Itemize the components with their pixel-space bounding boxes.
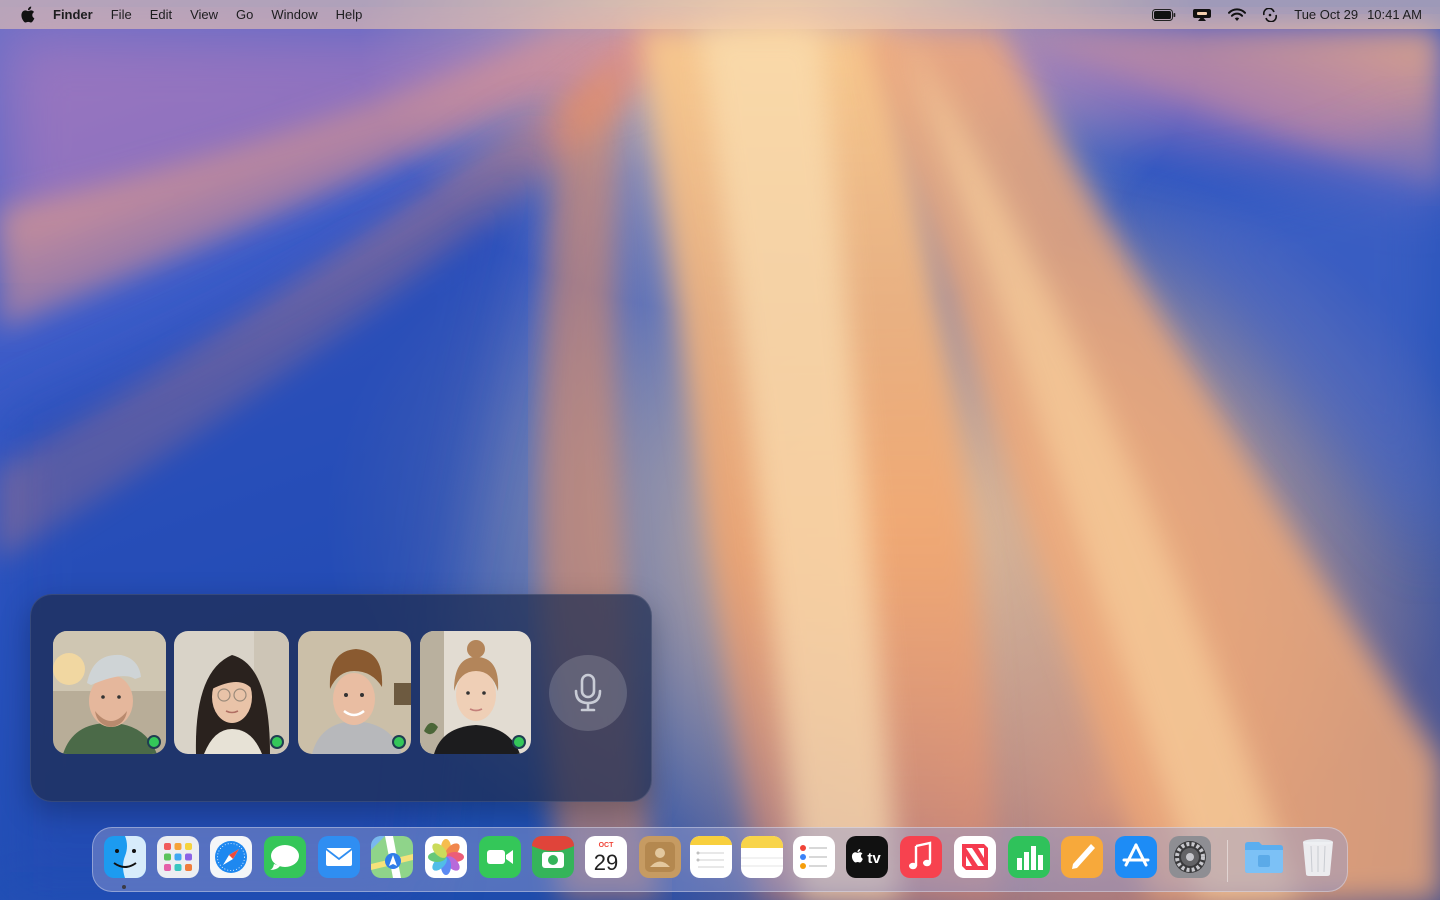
menu-window[interactable]: Window	[271, 7, 317, 22]
notes-icon	[741, 836, 783, 878]
notes-list-icon	[690, 836, 732, 878]
group-call-panel	[30, 594, 652, 802]
safari-icon	[210, 836, 252, 878]
dock-safari[interactable]	[210, 836, 252, 878]
screen-mirroring-icon[interactable]	[1192, 8, 1212, 22]
dock-reminders[interactable]	[793, 836, 835, 878]
dock-notes[interactable]	[741, 836, 783, 878]
gear-icon	[1169, 836, 1211, 878]
calendar-icon: OCT 29	[585, 836, 627, 878]
dock-calendar[interactable]: OCT 29	[585, 836, 627, 878]
dock-photos[interactable]	[425, 836, 467, 878]
menu-bar-left: Finder File Edit View Go Window Help	[18, 6, 380, 24]
app-store-icon	[1115, 836, 1157, 878]
mail-icon	[318, 836, 360, 878]
menu-bar: Finder File Edit View Go Window Help Tue…	[0, 0, 1440, 29]
participant-tile-1[interactable]	[53, 631, 166, 754]
participant-tile-4[interactable]	[420, 631, 531, 754]
reminders-icon	[793, 836, 835, 878]
microphone-icon	[574, 673, 602, 712]
calendar-day: 29	[594, 850, 618, 875]
microphone-button[interactable]	[549, 655, 627, 731]
contacts-icon	[639, 836, 681, 878]
finder-running-indicator	[122, 885, 126, 889]
participant-tile-3[interactable]	[298, 631, 411, 754]
dock-mail[interactable]	[318, 836, 360, 878]
music-icon	[900, 836, 942, 878]
dock-contacts[interactable]	[639, 836, 681, 878]
finder-icon	[104, 836, 146, 878]
menu-time[interactable]: 10:41 AM	[1367, 7, 1422, 22]
apple-menu-icon[interactable]	[18, 6, 36, 24]
dock-notes-list[interactable]	[690, 836, 732, 878]
dock-pages[interactable]	[1061, 836, 1103, 878]
wifi-icon[interactable]	[1228, 7, 1247, 22]
news-icon	[954, 836, 996, 878]
maps-icon	[371, 836, 413, 878]
dock-maps[interactable]	[371, 836, 413, 878]
participant-4-status-dot	[512, 735, 526, 749]
dock-downloads-folder[interactable]	[1243, 836, 1285, 878]
participant-1-status-dot	[147, 735, 161, 749]
dock-photo-booth[interactable]	[532, 836, 574, 878]
menu-go[interactable]: Go	[236, 7, 253, 22]
dock-system-settings[interactable]	[1169, 836, 1211, 878]
dock: OCT 29 tv	[92, 827, 1348, 892]
dock-trash[interactable]	[1297, 836, 1339, 878]
calendar-month: OCT	[599, 842, 615, 849]
participant-3-status-dot	[392, 735, 406, 749]
menu-edit[interactable]: Edit	[150, 7, 172, 22]
battery-icon[interactable]	[1152, 8, 1176, 21]
launchpad-icon	[157, 836, 199, 878]
dock-divider	[1227, 840, 1228, 882]
dock-app-store[interactable]	[1115, 836, 1157, 878]
dock-music[interactable]	[900, 836, 942, 878]
dock-facetime[interactable]	[479, 836, 521, 878]
menu-app-name[interactable]: Finder	[53, 7, 93, 22]
apple-tv-label: tv	[867, 850, 881, 867]
control-center-icon[interactable]	[1262, 7, 1278, 22]
menu-view[interactable]: View	[190, 7, 218, 22]
photos-icon	[425, 836, 467, 878]
facetime-icon	[479, 836, 521, 878]
pages-icon	[1061, 836, 1103, 878]
dock-messages[interactable]	[264, 836, 306, 878]
dock-news[interactable]	[954, 836, 996, 878]
participant-2-status-dot	[270, 735, 284, 749]
menu-date[interactable]: Tue Oct 29	[1294, 7, 1358, 22]
dock-finder[interactable]	[104, 836, 146, 878]
menu-file[interactable]: File	[111, 7, 132, 22]
numbers-icon	[1008, 836, 1050, 878]
trash-icon	[1303, 839, 1333, 876]
apple-tv-icon: tv	[846, 836, 888, 878]
dock-apple-tv[interactable]: tv	[846, 836, 888, 878]
dock-numbers[interactable]	[1008, 836, 1050, 878]
participant-tile-2[interactable]	[174, 631, 289, 754]
dock-launchpad[interactable]	[157, 836, 199, 878]
menu-help[interactable]: Help	[336, 7, 363, 22]
messages-icon	[264, 836, 306, 878]
menu-bar-right: Tue Oct 29 10:41 AM	[1136, 7, 1422, 22]
photo-booth-icon	[532, 836, 574, 878]
folder-icon	[1245, 842, 1283, 873]
